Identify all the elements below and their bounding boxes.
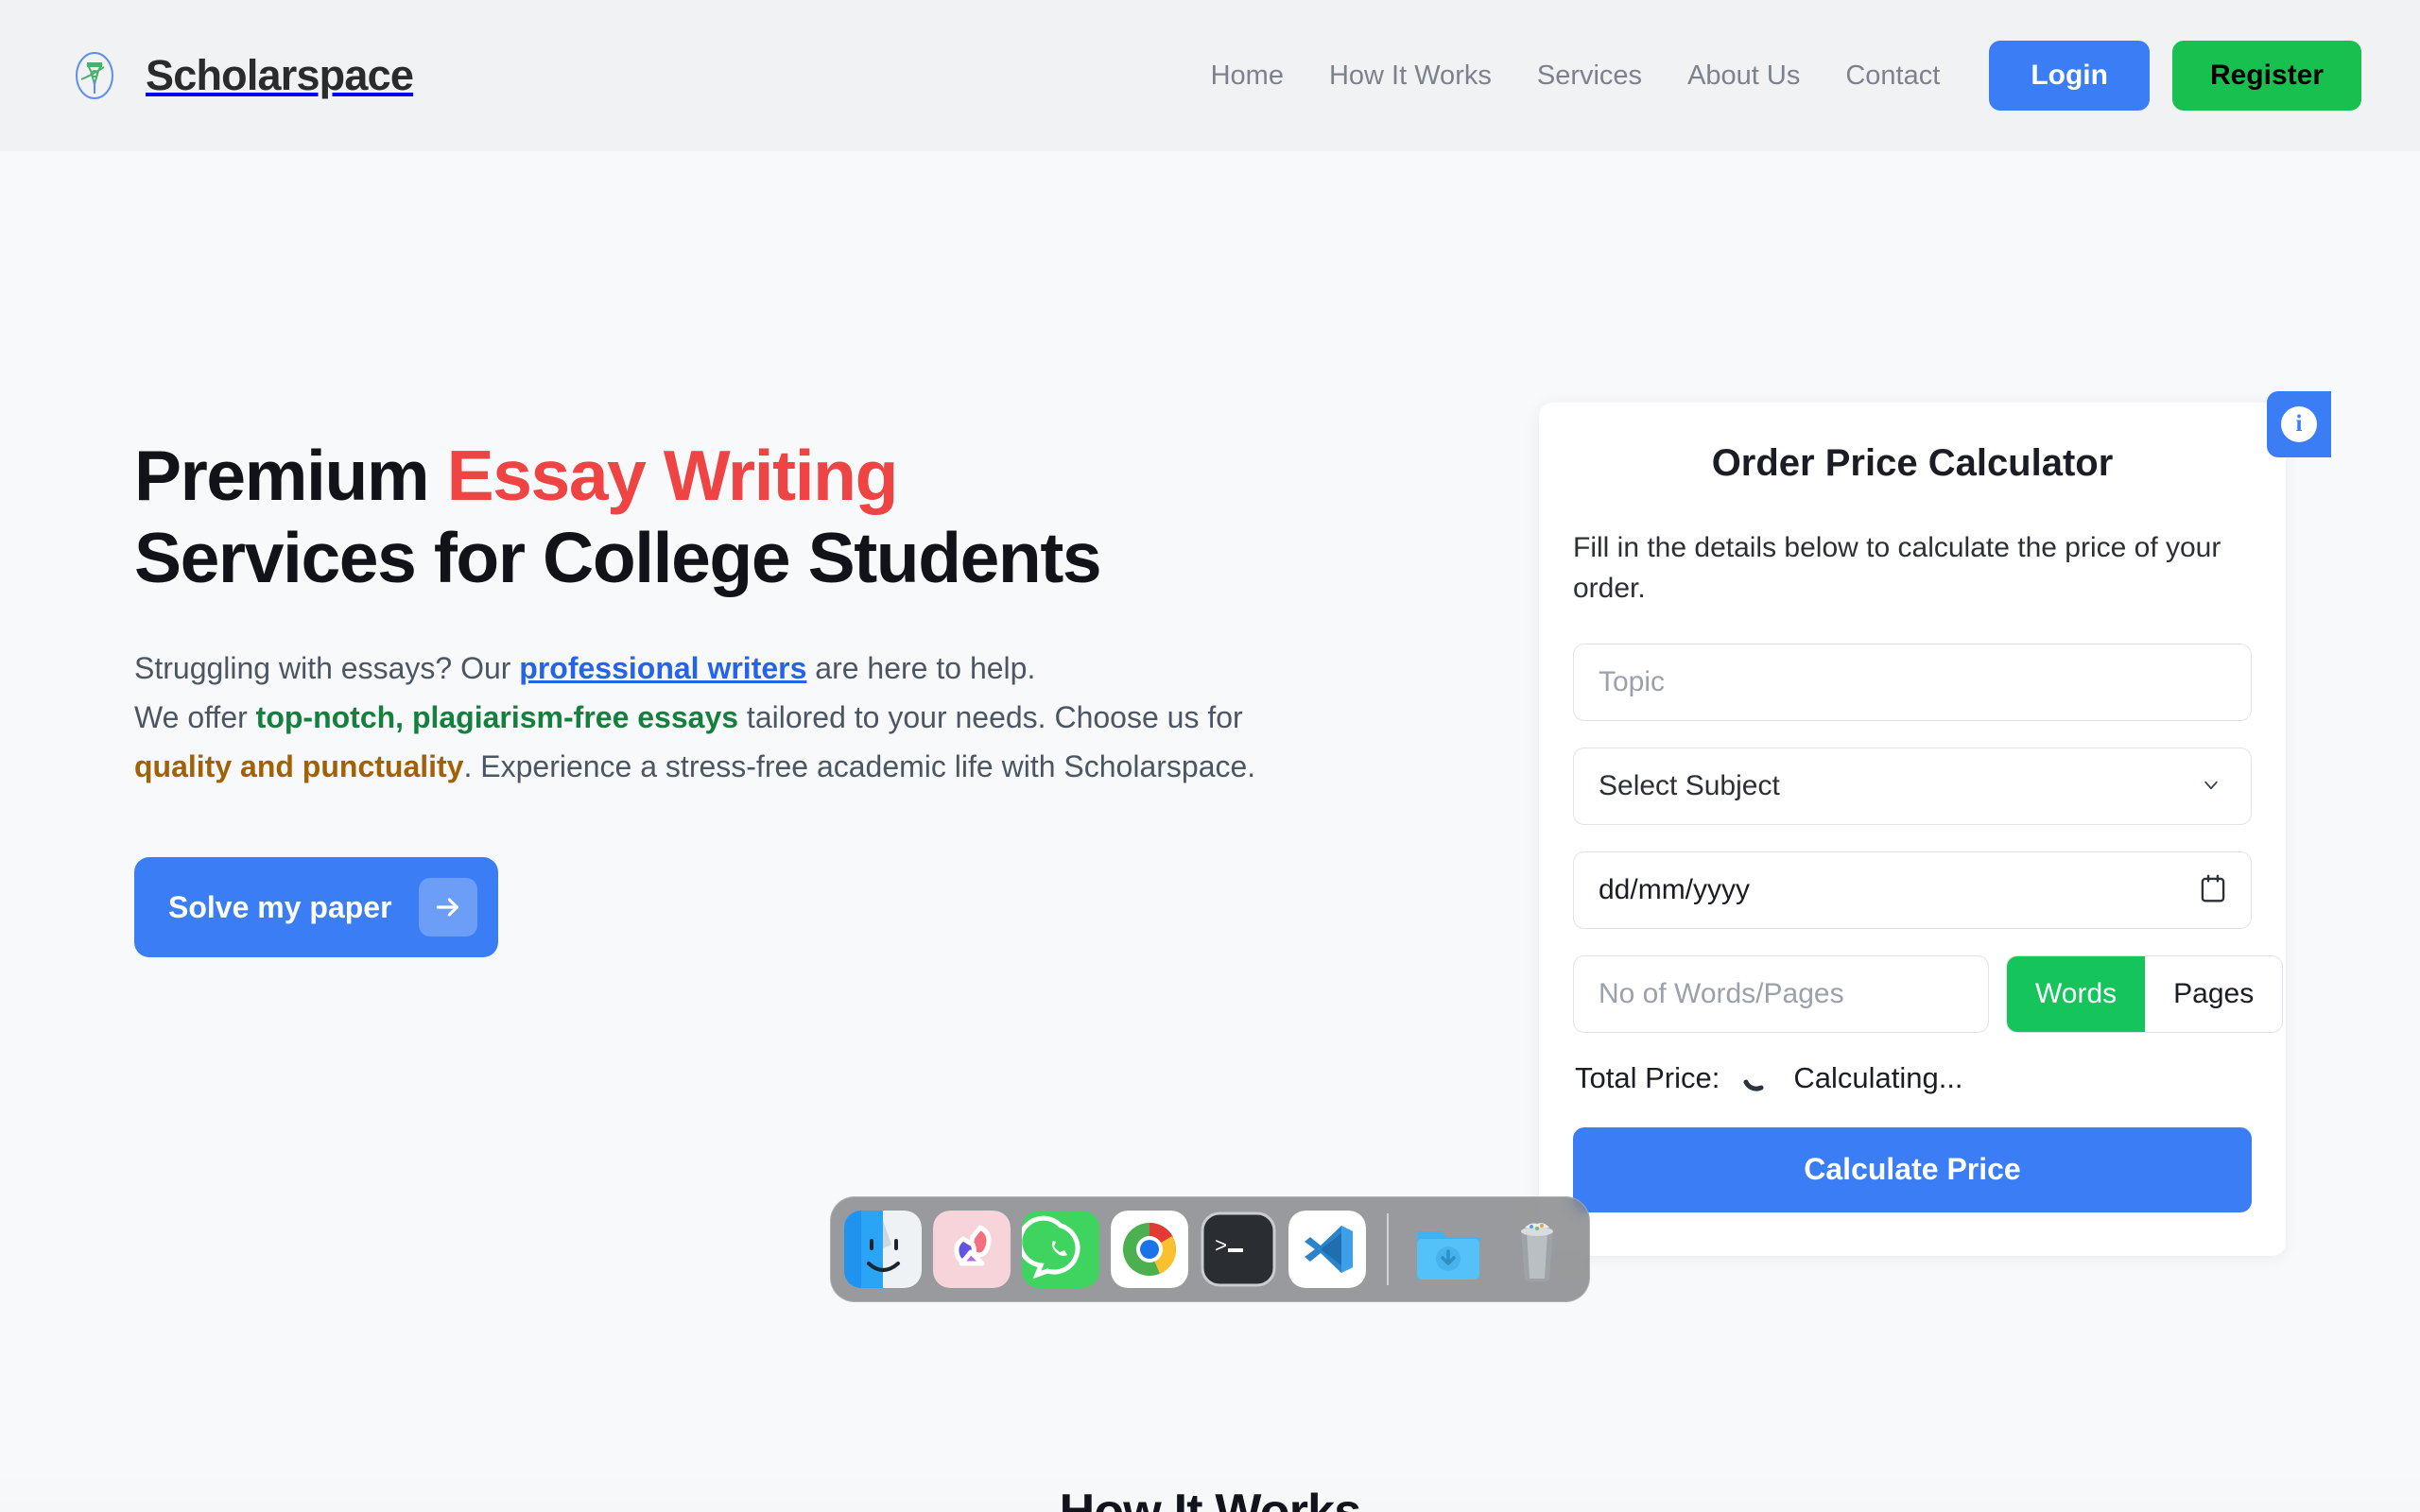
dock-item-vscode[interactable] bbox=[1288, 1211, 1366, 1288]
calculator-title: Order Price Calculator bbox=[1711, 442, 2114, 484]
page-title: Premium Essay Writing Services for Colle… bbox=[134, 435, 1533, 599]
dock-separator bbox=[1387, 1213, 1389, 1285]
dock-item-chrome[interactable] bbox=[1111, 1211, 1188, 1288]
professional-writers-link[interactable]: professional writers bbox=[519, 651, 806, 685]
dock-item-finder[interactable] bbox=[844, 1211, 922, 1288]
word-count-row: Words Pages bbox=[1573, 954, 2284, 1033]
unit-toggle-pages[interactable]: Pages bbox=[2145, 955, 2283, 1032]
hero-sub-l3b: . Experience a stress-free academic life… bbox=[463, 748, 1256, 783]
hero-sub-l1a: Struggling with essays? Our bbox=[134, 651, 520, 685]
hero-title-part1: Premium bbox=[134, 436, 447, 515]
order-price-calculator-card: i Order Price Calculator Fill in the det… bbox=[1539, 391, 2331, 1256]
main-nav: Home How It Works Services About Us Cont… bbox=[1211, 41, 2361, 111]
how-it-works-heading: How It Works bbox=[1059, 1485, 1362, 1512]
hero-sub-highlight-green: top-notch, plagiarism-free essays bbox=[255, 699, 739, 734]
calculate-price-button[interactable]: Calculate Price bbox=[1573, 1126, 2252, 1212]
spinner-icon bbox=[1740, 1062, 1772, 1094]
words-pages-input[interactable] bbox=[1573, 954, 1989, 1033]
calculator-description: Fill in the details below to calculate t… bbox=[1573, 532, 2221, 604]
nav-item-about-us[interactable]: About Us bbox=[1665, 60, 1823, 92]
topic-input[interactable] bbox=[1573, 643, 2252, 721]
dock-item-trash[interactable] bbox=[1498, 1211, 1576, 1288]
deadline-date-input[interactable] bbox=[1573, 850, 2252, 929]
how-it-works-section: How It Works Our simple and efficient pr… bbox=[0, 1474, 2420, 1512]
hero-sub-highlight-amber: quality and punctuality bbox=[134, 748, 464, 783]
hero-sub-l1b: are here to help. bbox=[806, 651, 1036, 685]
nav-item-how-it-works[interactable]: How It Works bbox=[1306, 60, 1514, 92]
subject-select-wrapper bbox=[1573, 747, 2252, 851]
dock-item-figma[interactable] bbox=[933, 1211, 1011, 1288]
nav-item-services[interactable]: Services bbox=[1514, 60, 1665, 92]
hero-title-part2: Services for College Students bbox=[134, 518, 1102, 597]
dock-item-whatsapp[interactable] bbox=[1022, 1211, 1099, 1288]
hero-content: Premium Essay Writing Services for Colle… bbox=[134, 151, 1533, 958]
nav-item-home[interactable]: Home bbox=[1211, 60, 1306, 92]
total-price-row: Total Price: Calculating... bbox=[1573, 1061, 2252, 1095]
total-price-label: Total Price: bbox=[1575, 1060, 1720, 1094]
solve-my-paper-button[interactable]: Solve my paper bbox=[134, 857, 498, 958]
nav-links: Home How It Works Services About Us Cont… bbox=[1211, 60, 1963, 92]
cta-label: Solve my paper bbox=[168, 889, 392, 924]
macos-dock: > bbox=[830, 1196, 1590, 1302]
info-icon: i bbox=[2281, 406, 2317, 442]
nav-item-contact[interactable]: Contact bbox=[1823, 60, 1962, 92]
register-button[interactable]: Register bbox=[2171, 41, 2361, 111]
deadline-date-wrapper bbox=[1573, 850, 2252, 955]
info-badge-button[interactable]: i bbox=[2267, 391, 2331, 457]
unit-toggle-group: Words Pages bbox=[2006, 954, 2284, 1033]
pen-nib-in-circle-icon bbox=[68, 49, 121, 102]
site-header: Scholarspace Home How It Works Services … bbox=[0, 0, 2420, 151]
brand-logo-link[interactable]: Scholarspace bbox=[68, 49, 414, 102]
brand-name: Scholarspace bbox=[146, 51, 414, 99]
hero-sub-l2b: tailored to your needs. Choose us for bbox=[738, 699, 1243, 734]
svg-text:>: > bbox=[1215, 1235, 1227, 1259]
unit-toggle-words[interactable]: Words bbox=[2007, 955, 2146, 1032]
subject-select[interactable] bbox=[1573, 747, 2252, 825]
login-button[interactable]: Login bbox=[1989, 41, 2150, 111]
dock-item-downloads-folder[interactable] bbox=[1409, 1211, 1487, 1288]
dock-item-terminal[interactable]: > bbox=[1200, 1211, 1277, 1288]
calculation-status-text: Calculating... bbox=[1793, 1060, 1963, 1094]
hero-title-accent: Essay Writing bbox=[446, 436, 899, 515]
hero-subtext: Struggling with essays? Our professional… bbox=[134, 644, 1533, 791]
arrow-right-icon bbox=[418, 878, 477, 937]
hero-section: Premium Essay Writing Services for Colle… bbox=[0, 151, 2420, 1512]
hero-sub-l2a: We offer bbox=[134, 699, 256, 734]
